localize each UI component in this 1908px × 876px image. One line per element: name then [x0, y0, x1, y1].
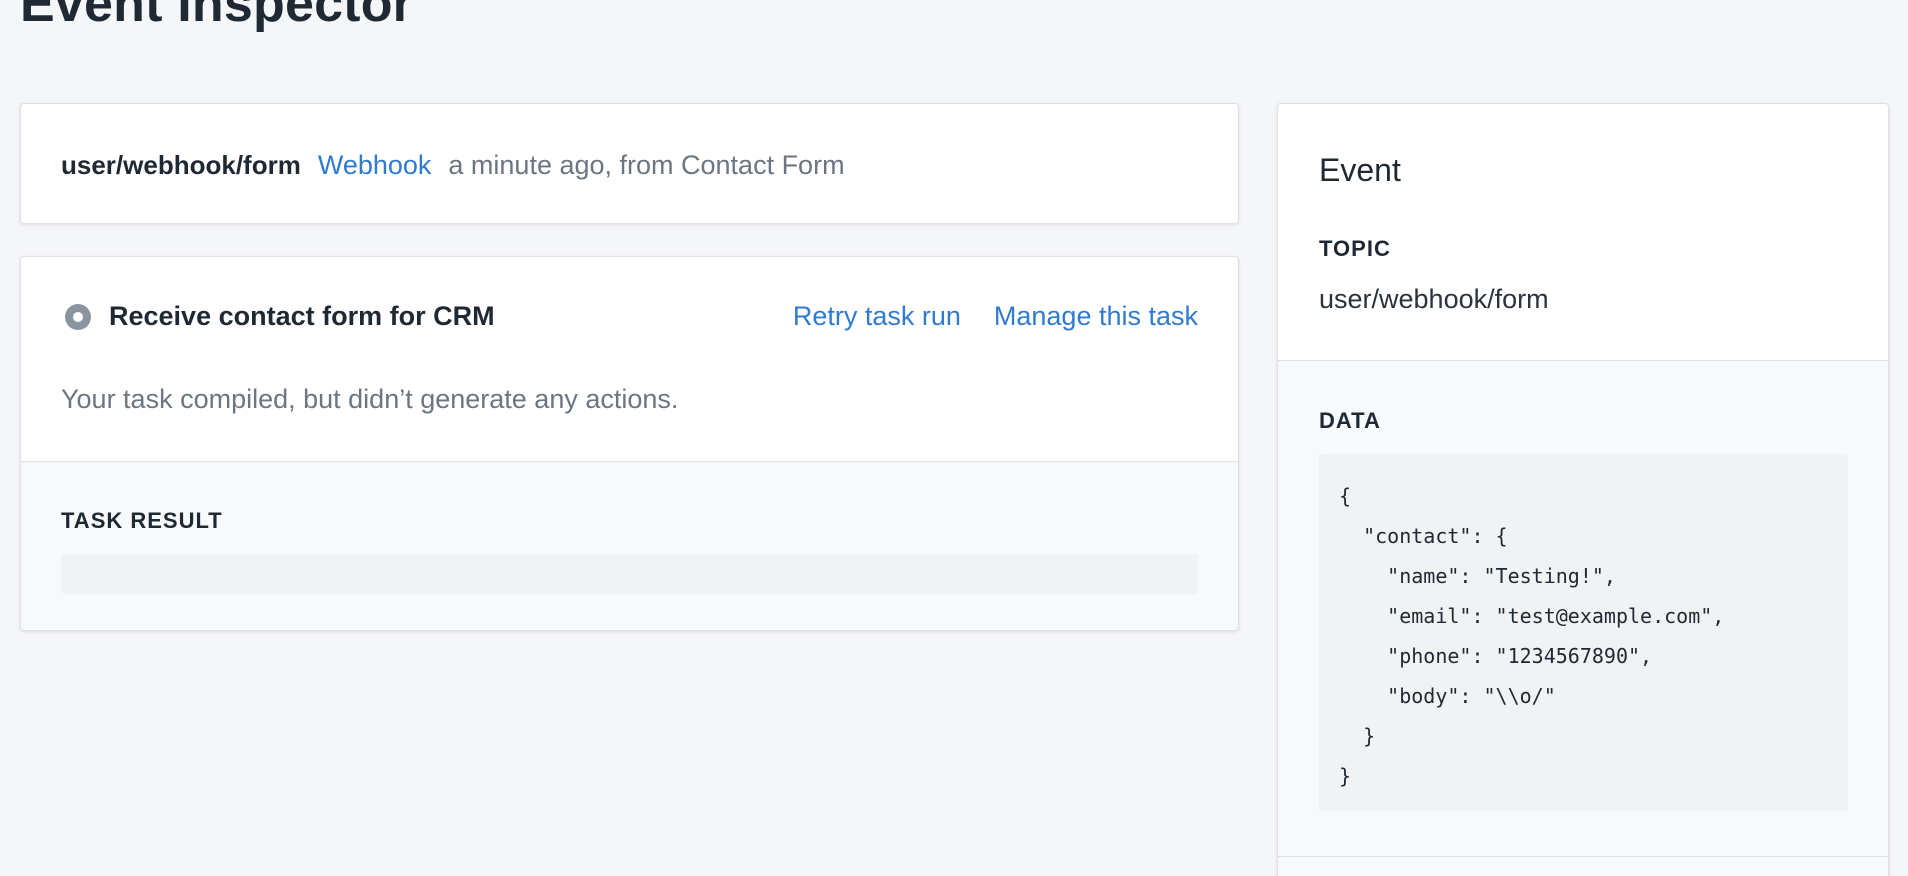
topic-value: user/webhook/form [1319, 284, 1549, 314]
event-data-code-block: { "contact": { "name": "Testing!", "emai… [1319, 454, 1848, 811]
data-label: DATA [1319, 408, 1381, 433]
event-panel-title: Event [1319, 152, 1401, 188]
status-circle-icon [65, 303, 91, 330]
event-timestamp-source: a minute ago, from Contact Form [448, 150, 845, 180]
event-details-panel: Event TOPIC user/webhook/form DATA { "co… [1277, 103, 1889, 876]
topic-label: TOPIC [1319, 236, 1391, 261]
task-result-label: TASK RESULT [61, 508, 223, 533]
event-summary-card: user/webhook/form Webhook a minute ago, … [20, 103, 1239, 224]
task-run-card: Receive contact form for CRM Retry task … [20, 256, 1239, 631]
task-actions: Retry task run Manage this task [793, 301, 1198, 332]
source-type-link[interactable]: Webhook [318, 150, 432, 181]
event-inspector-page: Event Inspector user/webhook/form Webhoo… [0, 0, 1908, 876]
task-name: Receive contact form for CRM [109, 301, 495, 331]
event-topic: user/webhook/form [61, 150, 301, 180]
task-status-message: Your task compiled, but didn’t generate … [61, 384, 679, 414]
event-summary-row: user/webhook/form Webhook a minute ago, … [61, 150, 845, 181]
section-divider [1278, 856, 1888, 857]
task-header: Receive contact form for CRM Retry task … [65, 301, 1198, 332]
manage-task-link[interactable]: Manage this task [994, 301, 1198, 332]
event-data-json: { "contact": { "name": "Testing!", "emai… [1339, 484, 1725, 788]
task-result-output [61, 554, 1198, 594]
retry-task-run-link[interactable]: Retry task run [793, 301, 961, 332]
task-result-section: TASK RESULT [21, 461, 1238, 630]
page-title: Event Inspector [20, 0, 414, 33]
data-section: DATA { "contact": { "name": "Testing!", … [1278, 360, 1888, 876]
